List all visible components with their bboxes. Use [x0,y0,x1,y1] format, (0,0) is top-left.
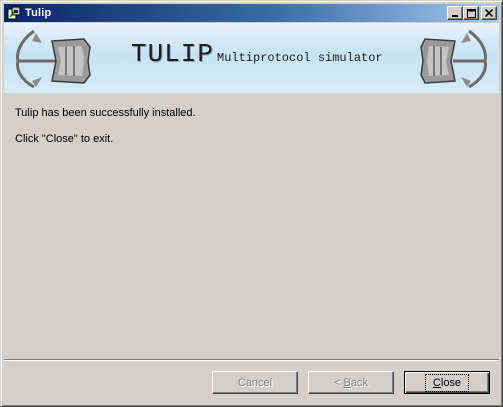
tulip-anchor-logo-left [16,29,91,89]
button-separator [4,359,499,361]
header-banner: TULIP Multiprotocol simulator [4,23,499,93]
install-success-message: Tulip has been successfully installed. [15,107,196,119]
window-controls [447,6,497,20]
maximize-icon [466,8,476,18]
window-title: Tulip [25,7,52,19]
installer-icon[interactable] [6,5,22,21]
close-icon [485,9,493,17]
tulip-anchor-logo-right [420,29,487,89]
back-button[interactable]: < Back [308,371,394,394]
maximize-button[interactable] [463,6,479,20]
close-button[interactable]: Close [404,371,490,394]
banner-title: TULIP [131,39,215,69]
close-button-label: Close [424,373,470,392]
exit-instruction: Click "Close" to exit. [15,133,114,145]
cancel-button[interactable]: Cancel [212,371,298,394]
banner-subtitle: Multiprotocol simulator [217,51,383,65]
installer-window: Tulip TULIP Multiprotocol simulator Tuli… [0,0,503,407]
minimize-button[interactable] [447,6,463,20]
minimize-icon [452,15,458,17]
message-area: Tulip has been successfully installed. C… [15,107,196,146]
cancel-button-label: Cancel [237,376,273,389]
close-window-button[interactable] [481,6,497,20]
title-bar[interactable]: Tulip [4,4,499,22]
back-button-label: < Back [334,376,368,389]
